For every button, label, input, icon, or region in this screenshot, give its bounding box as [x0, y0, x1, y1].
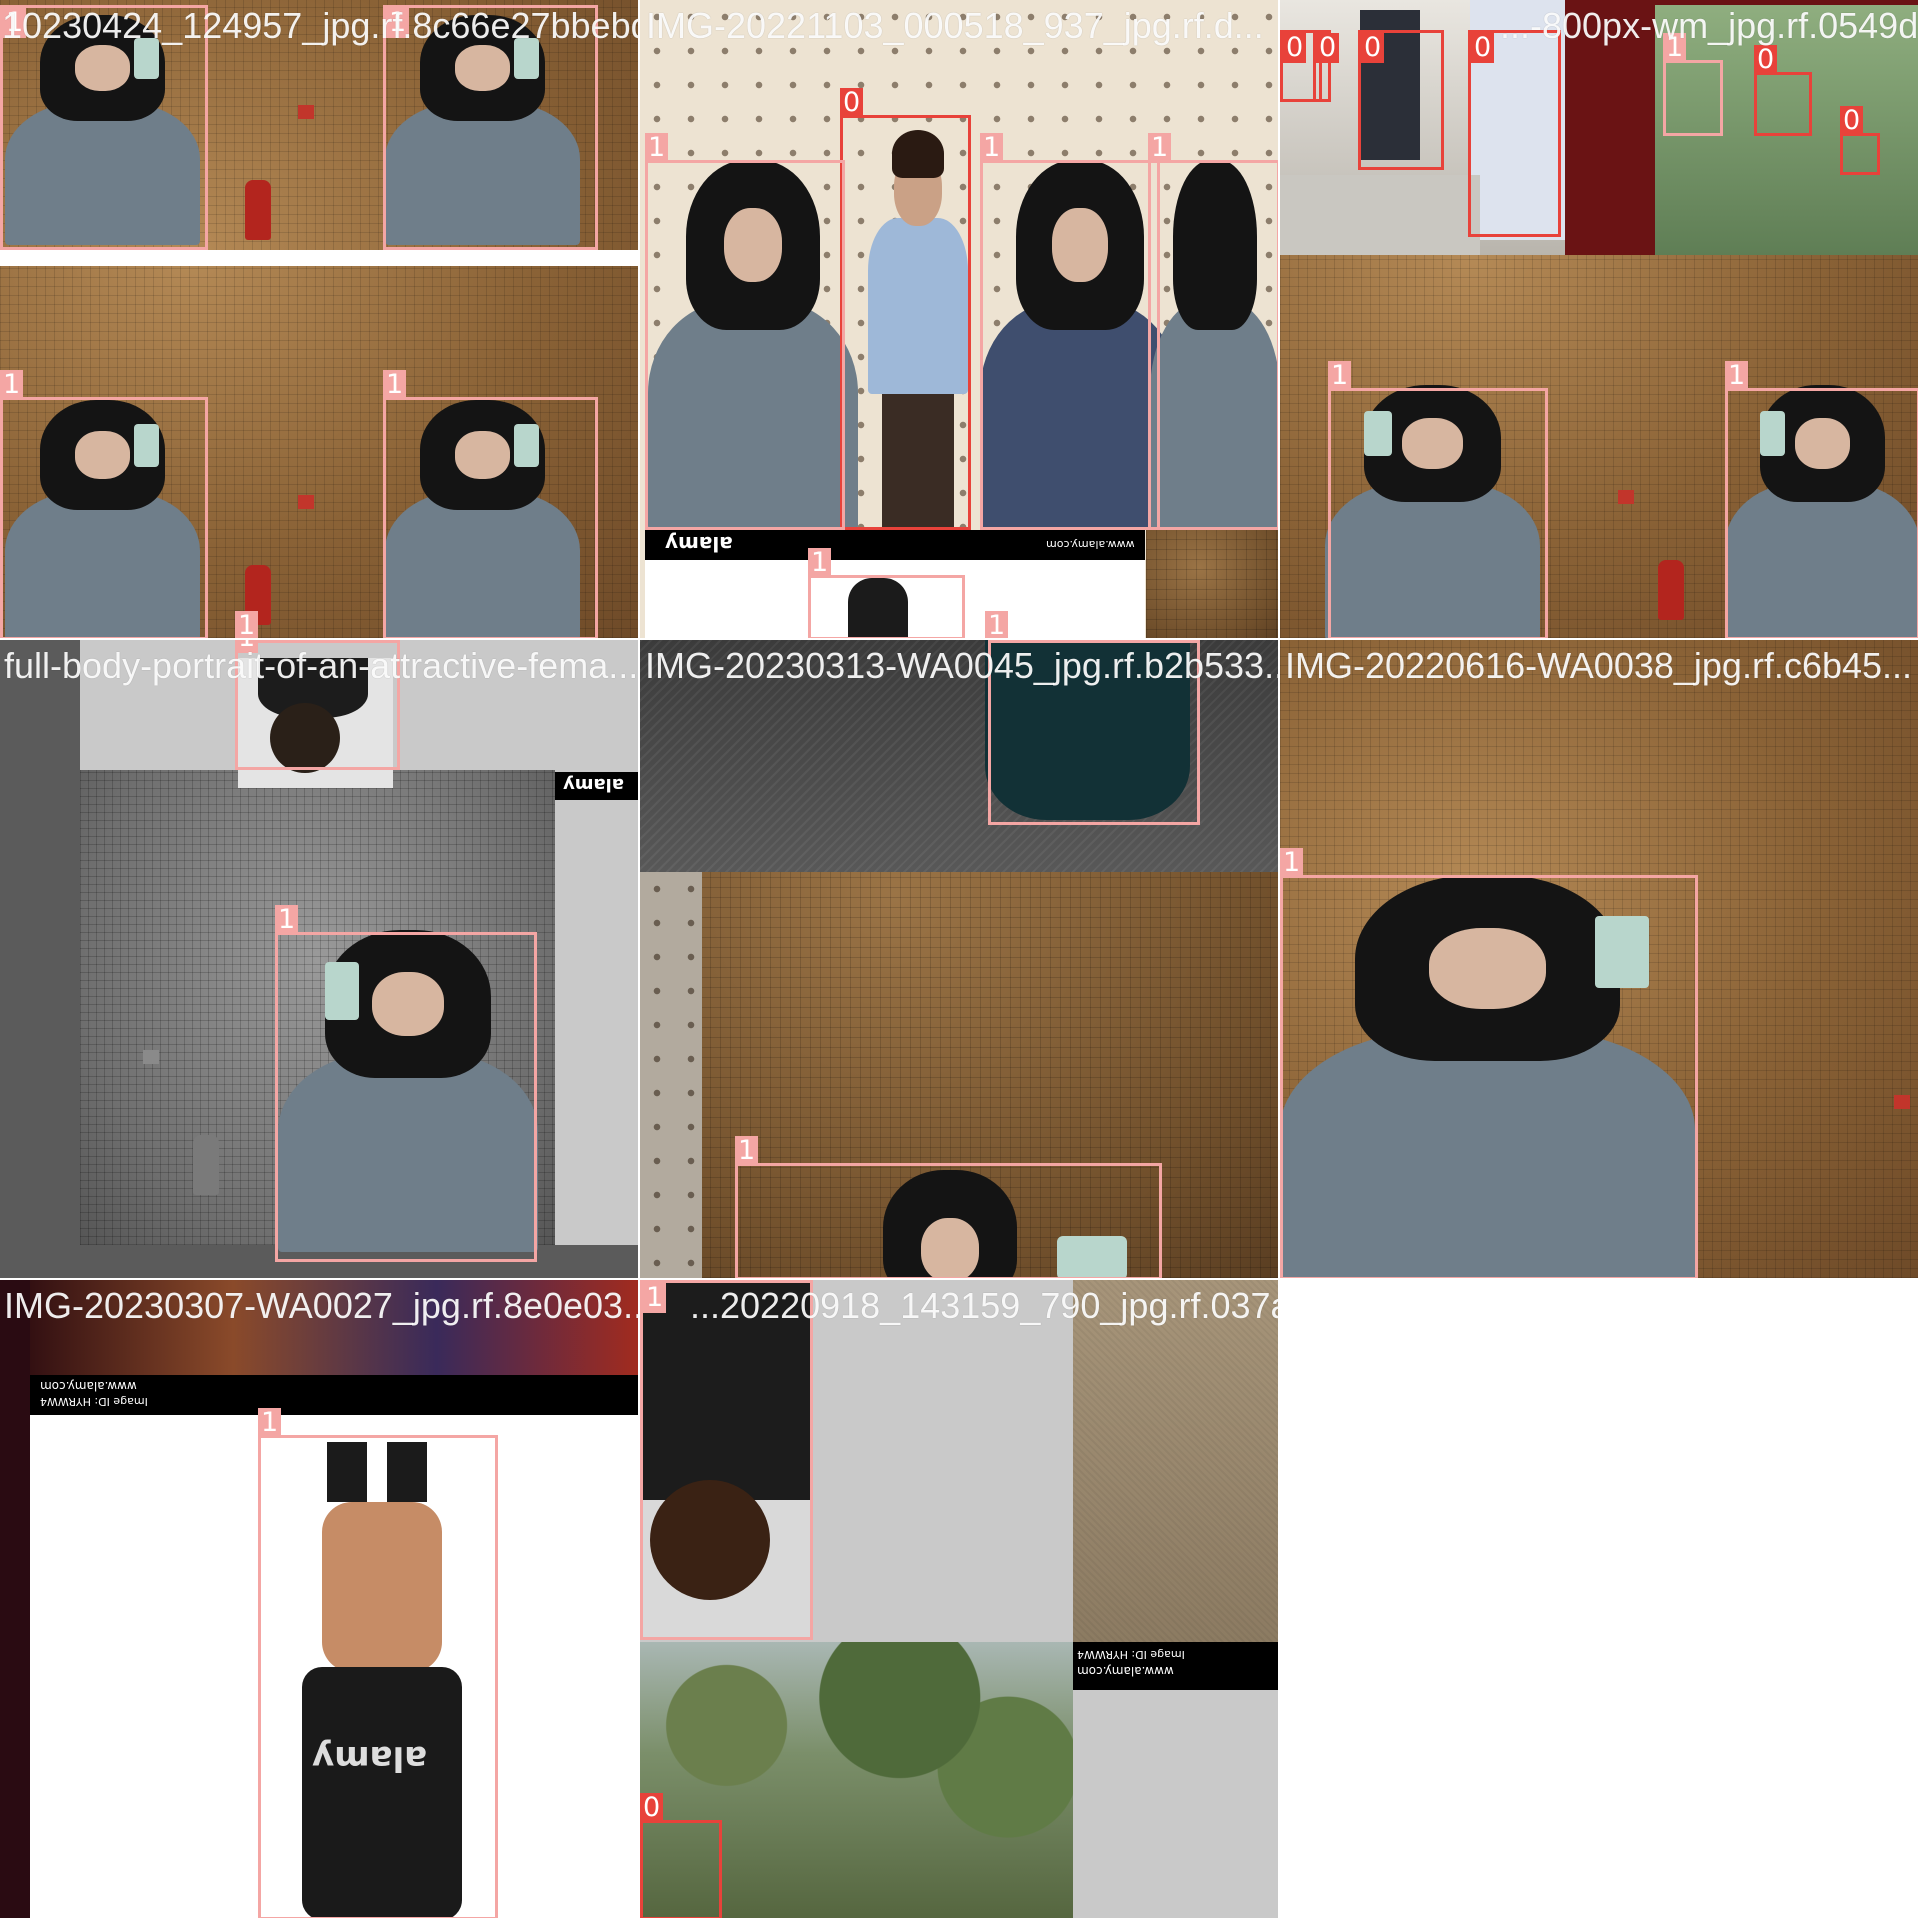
class-label: 1	[643, 1283, 667, 1313]
class-label: 1	[985, 611, 1009, 638]
detection-box: 1	[735, 1136, 1162, 1278]
dotted-wall	[640, 872, 702, 1278]
class-label: 1	[1328, 361, 1352, 391]
watermark-bar: www.alamy.com Image ID: HYRWW4	[30, 1375, 638, 1415]
exit-sign	[1618, 490, 1634, 504]
filename-caption: 10230424_124957_jpg.rf.8c66e27bbebdedd..…	[2, 5, 638, 46]
filename-caption: ...-800px-wm_jpg.rf.0549dcdf0	[1500, 5, 1919, 46]
detection-box: 0	[1313, 30, 1340, 102]
detection-box: 1	[0, 370, 208, 638]
class-label: 1	[275, 905, 299, 935]
class-label: 0	[1283, 33, 1307, 63]
class-label: 1	[1280, 848, 1304, 878]
exit-sign	[143, 1050, 159, 1064]
class-label: 1	[258, 1408, 282, 1438]
class-label: 0	[640, 1793, 664, 1823]
detection-box: 1	[383, 370, 598, 638]
detection-box: 1	[980, 133, 1160, 530]
detection-box: 1	[1725, 361, 1918, 638]
watermark-word: alamy	[563, 774, 624, 795]
tile-6: www.alamy.com Image ID: HYRWW4 alamy 1 I…	[0, 1280, 640, 1920]
class-label: 0	[1754, 45, 1778, 75]
filename-caption: IMG-20230307-WA0027_jpg.rf.8e0e03...	[4, 1285, 640, 1326]
fire-extinguisher	[245, 180, 271, 240]
tile-2: 0 0 0 0 1 0 0 1 1 ...-800px-wm_jpg.rf.05…	[1280, 0, 1920, 640]
detection-box: 1	[1328, 361, 1548, 638]
class-label: 0	[1840, 106, 1864, 136]
tile-8-empty	[1280, 1280, 1920, 1920]
class-label: 1	[383, 370, 407, 400]
filename-caption: IMG-20221103_000518_937_jpg.rf.d...	[646, 5, 1264, 46]
class-label: 1	[988, 640, 1012, 643]
fire-extinguisher	[1658, 560, 1684, 620]
watermark-id: Image ID: HYRWW4	[40, 1395, 148, 1408]
class-label: 1	[808, 548, 832, 578]
detection-box: 1	[1663, 33, 1723, 136]
filename-caption: IMG-20220616-WA0038_jpg.rf.c6b45...	[1285, 645, 1913, 686]
table	[1280, 175, 1480, 255]
class-label: 0	[840, 88, 864, 118]
detection-box: 0	[1358, 30, 1444, 170]
tile-0: 1 1 1 1 1 10230424_124957_jpg.rf.8c66e27…	[0, 0, 640, 640]
class-label: 1	[980, 133, 1004, 163]
exit-sign	[298, 495, 314, 509]
watermark-id: Image ID: HYRWW4	[1077, 1648, 1185, 1661]
tile-4: 1 1 IMG-20230313-WA0045_jpg.rf.b2b533...	[640, 640, 1280, 1280]
dark-side	[0, 1280, 30, 1918]
class-label: 1	[235, 611, 259, 638]
tile-5: 1 IMG-20220616-WA0038_jpg.rf.c6b45...	[1280, 640, 1920, 1280]
class-label: 1	[1725, 361, 1749, 391]
detection-box: 1	[640, 1280, 813, 1640]
detection-box: 1	[808, 548, 965, 638]
watermark-url: www.alamy.com	[1077, 1664, 1174, 1678]
wall-photo	[1073, 1280, 1278, 1642]
class-label: 1	[735, 1136, 759, 1166]
detection-box: 0	[1468, 30, 1561, 237]
class-label: 1	[0, 370, 24, 400]
fire-extinguisher	[193, 1135, 219, 1195]
watermark-url: www.alamy.com	[40, 1379, 137, 1393]
detection-box: 0	[640, 1793, 722, 1918]
watermark-word: alamy	[665, 532, 733, 556]
tile-1: alamy www.alamy.com 0 1 1 1 1 1 IMG-2022…	[640, 0, 1280, 640]
detection-box: 1	[645, 133, 845, 530]
detection-box: 1	[1148, 133, 1278, 530]
detection-box: 1	[275, 905, 537, 1262]
detection-box: 1	[1280, 848, 1698, 1278]
detection-box: 1	[258, 1408, 498, 1918]
mosaic-grid: 1 1 1 1 1 10230424_124957_jpg.rf.8c66e27…	[0, 0, 1920, 1920]
watermark-url: www.alamy.com	[1046, 538, 1135, 551]
filename-caption: full-body-portrait-of-an-attractive-fema…	[4, 645, 639, 686]
filename-caption: IMG-20230313-WA0045_jpg.rf.b2b533...	[645, 645, 1280, 686]
class-label: 1	[1148, 133, 1172, 163]
class-label: 0	[1316, 33, 1340, 63]
watermark-bar: alamy www.alamy.com	[645, 530, 1145, 560]
watermark-bar: www.alamy.com Image ID: HYRWW4	[1073, 1642, 1278, 1690]
exit-sign	[1894, 1095, 1910, 1109]
grey-band	[0, 640, 80, 1278]
wall-patch	[1146, 520, 1278, 638]
class-label: 0	[1361, 33, 1385, 63]
floor-strip	[0, 250, 638, 266]
class-label: 0	[1471, 33, 1495, 63]
tile-7: www.alamy.com Image ID: HYRWW4 1 0 ...20…	[640, 1280, 1280, 1920]
class-label: 1	[645, 133, 669, 163]
watermark-bar: alamy	[555, 772, 638, 800]
filename-caption: ...20220918_143159_790_jpg.rf.037a269bd	[690, 1285, 1278, 1326]
exit-sign	[298, 105, 314, 119]
tile-3: alamy 1 1 full-body-portrait-of-an-attra…	[0, 640, 640, 1280]
detection-box: 0	[1840, 106, 1880, 175]
detection-box: 0	[1754, 45, 1812, 136]
detection-box: 0	[840, 88, 971, 530]
